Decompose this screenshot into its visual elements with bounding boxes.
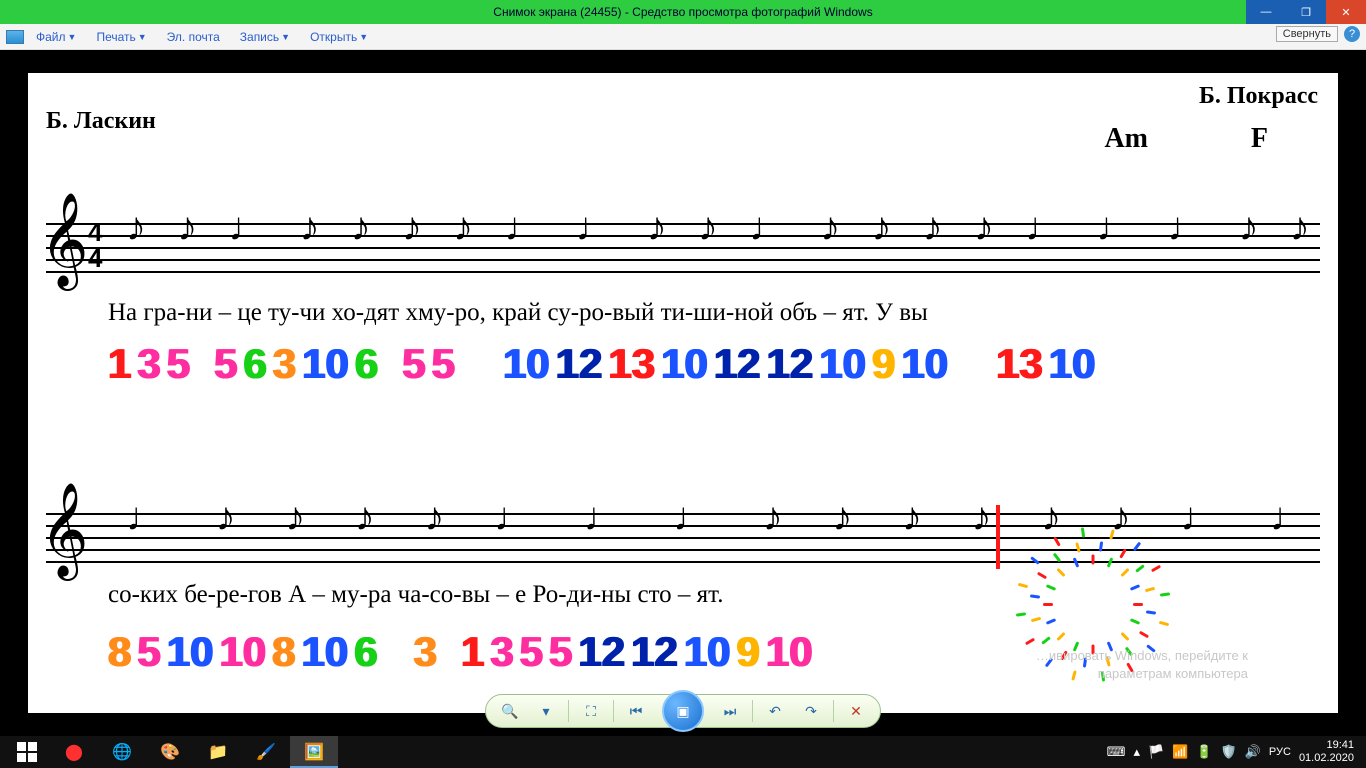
- title-bar: Снимок экрана (24455) - Средство просмот…: [0, 0, 1366, 24]
- menu-burn[interactable]: Запись▼: [236, 30, 294, 44]
- taskbar-explorer[interactable]: 📁: [194, 736, 242, 768]
- paint-icon: 🖌️: [254, 741, 278, 763]
- notes-row-1: ♪♪♩♪♪♪♪♩♩♪♪♩♪♪♪♪♩♩♩♪♪: [126, 205, 1310, 285]
- flag-icon[interactable]: 🏳️: [1148, 744, 1164, 760]
- rotate-ccw-button[interactable]: ↶: [761, 698, 789, 724]
- taskbar-paint2[interactable]: 🖌️: [242, 736, 290, 768]
- record-icon: ⬤: [62, 741, 86, 763]
- content-area: Б. Ласкин Б. Покрасс Am F 𝄞 4 4 ♪♪♩♪♪♪♪♩…: [0, 50, 1366, 736]
- author-left: Б. Ласкин: [46, 108, 156, 135]
- taskbar-record-app[interactable]: ⬤: [50, 736, 98, 768]
- rotate-cw-button[interactable]: ↷: [797, 698, 825, 724]
- taskbar-chrome[interactable]: 🌐: [98, 736, 146, 768]
- window-controls: — ❐ ✕: [1246, 0, 1366, 24]
- palette-icon: 🎨: [158, 741, 182, 763]
- collapse-button[interactable]: Свернуть: [1276, 26, 1338, 42]
- chord-f: F: [1251, 123, 1268, 155]
- window-frame: Снимок экрана (24455) - Средство просмот…: [0, 0, 1366, 768]
- menu-open[interactable]: Открыть▼: [306, 30, 372, 44]
- taskbar-photo-viewer[interactable]: 🖼️: [290, 736, 338, 768]
- windows-activation-watermark: …ивировать Windows, перейдите к параметр…: [1036, 647, 1248, 683]
- taskbar: ⬤ 🌐 🎨 📁 🖌️ 🖼️ ⌨ ▴ 🏳️ 📶 🔋 🛡️ 🔊 РУС 19:41 …: [0, 736, 1366, 768]
- menu-print[interactable]: Печать▼: [92, 30, 150, 44]
- barline-marker: [996, 505, 1000, 569]
- battery-icon[interactable]: 🔋: [1196, 744, 1212, 760]
- maximize-button[interactable]: ❐: [1286, 0, 1326, 24]
- photo-canvas: Б. Ласкин Б. Покрасс Am F 𝄞 4 4 ♪♪♩♪♪♪♪♩…: [28, 73, 1338, 713]
- slideshow-button[interactable]: ▣: [662, 690, 704, 732]
- system-tray: ⌨ ▴ 🏳️ 📶 🔋 🛡️ 🔊 РУС 19:41 01.02.2020: [1107, 739, 1362, 764]
- time-signature: 4 4: [88, 219, 102, 271]
- zoom-button[interactable]: 🔍: [496, 698, 524, 724]
- treble-clef-icon: 𝄞: [40, 199, 88, 281]
- chrome-icon: 🌐: [110, 741, 134, 763]
- actual-size-button[interactable]: ⛶: [577, 698, 605, 724]
- next-button[interactable]: ⏭: [716, 698, 744, 724]
- prev-button[interactable]: ⏮: [622, 698, 650, 724]
- language-indicator[interactable]: РУС: [1269, 746, 1291, 758]
- minimize-button[interactable]: —: [1246, 0, 1286, 24]
- clock[interactable]: 19:41 01.02.2020: [1299, 739, 1354, 764]
- shield-icon[interactable]: 🛡️: [1221, 744, 1237, 760]
- chevron-down-icon: ▼: [68, 32, 77, 42]
- photo-icon: 🖼️: [302, 741, 326, 763]
- menu-file[interactable]: Файл▼: [32, 30, 80, 44]
- author-right: Б. Покрасс: [1199, 83, 1318, 110]
- menu-bar: Файл▼ Печать▼ Эл. почта Запись▼ Открыть▼…: [0, 24, 1366, 50]
- treble-clef-icon: 𝄞: [40, 489, 88, 571]
- number-row-1: 135 563106 55 10121310121210910 1310: [108, 337, 1328, 391]
- chevron-down-icon: ▼: [138, 32, 147, 42]
- help-icon[interactable]: ?: [1344, 26, 1360, 42]
- delete-button[interactable]: ✕: [842, 698, 870, 724]
- chevron-down-icon: ▼: [359, 32, 368, 42]
- menu-email[interactable]: Эл. почта: [163, 30, 224, 44]
- keyboard-icon[interactable]: ⌨: [1107, 744, 1126, 760]
- start-button[interactable]: [4, 736, 50, 768]
- folder-icon: 📁: [206, 741, 230, 763]
- zoom-slider-icon[interactable]: ▾: [532, 698, 560, 724]
- sound-icon[interactable]: 🔊: [1245, 744, 1261, 760]
- wifi-icon[interactable]: 📶: [1172, 744, 1188, 760]
- taskbar-paint-app[interactable]: 🎨: [146, 736, 194, 768]
- music-staff-1: 𝄞 4 4 ♪♪♩♪♪♪♪♩♩♪♪♩♪♪♪♪♩♩♩♪♪: [46, 223, 1320, 271]
- chevron-down-icon: ▼: [281, 32, 290, 42]
- tray-chevron-icon[interactable]: ▴: [1133, 744, 1140, 760]
- close-button[interactable]: ✕: [1326, 0, 1366, 24]
- chord-am: Am: [1104, 123, 1148, 155]
- window-title: Снимок экрана (24455) - Средство просмот…: [493, 5, 872, 19]
- app-icon: [6, 30, 24, 44]
- viewer-toolbar: 🔍 ▾ ⛶ ⏮ ▣ ⏭ ↶ ↷ ✕: [485, 694, 881, 728]
- lyrics-line-1: На гра-ни – це ту-чи хо-дят хму-ро, край…: [108, 299, 1328, 327]
